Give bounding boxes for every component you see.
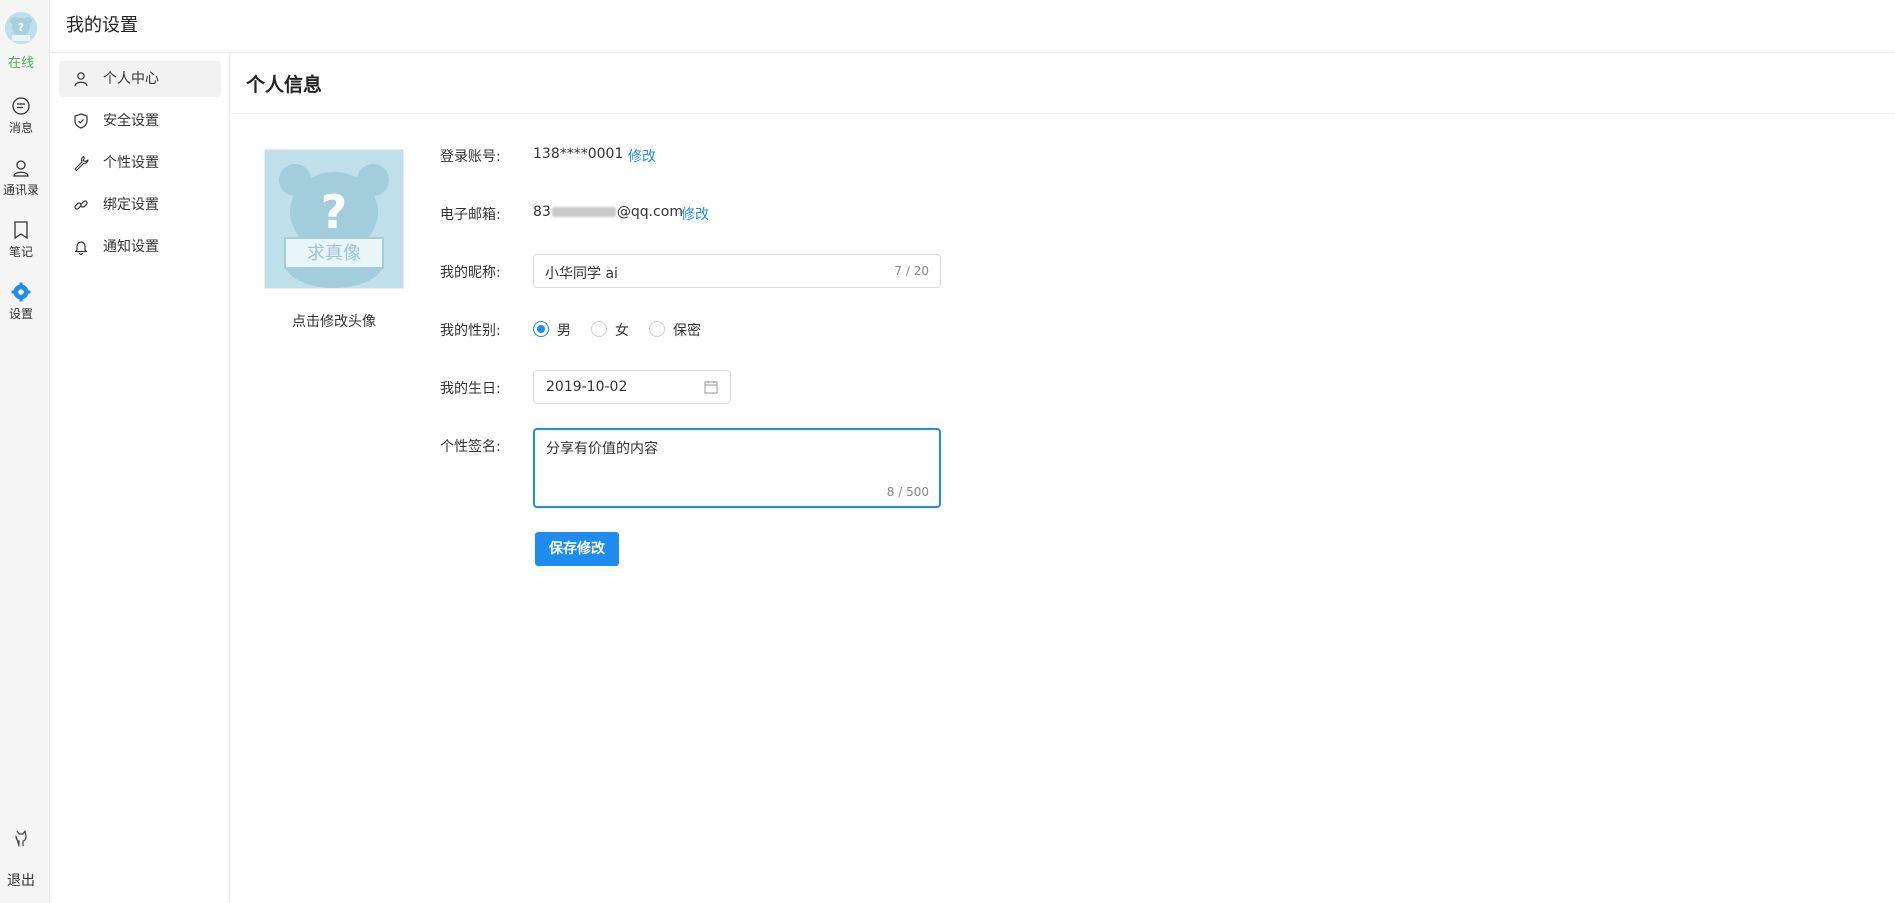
user-icon [74,72,88,87]
radio-dot [533,321,549,337]
link-icon [74,200,88,210]
email-label: 电子邮箱: [440,207,501,223]
radio-label: 保密 [673,323,701,339]
user-avatar-small[interactable]: ? [5,12,37,44]
email-value: 83 @qq.com [533,204,683,220]
birthday-label: 我的生日: [440,381,501,397]
rail-item-label: 消息 [8,121,33,135]
svg-text:?: ? [18,21,24,34]
nickname-input[interactable]: 小华同学 ai 7 / 20 [533,254,941,288]
bell-icon [74,241,88,255]
rail-item-settings[interactable]: 设置 [0,282,42,322]
account-value: 138****0001 [533,146,624,162]
content-header: 个人信息 [231,53,1895,114]
save-button[interactable]: 保存修改 [535,532,619,566]
online-status: 在线 [7,56,34,71]
top-header: 我的设置 [50,0,1895,53]
calendar-icon [704,381,718,394]
signature-char-count: 8 / 500 [886,485,929,499]
signature-textarea[interactable]: 分享有价值的内容 8 / 500 [533,428,941,508]
icon-rail: ? 在线 消息 通讯录 笔记 设置 退出 [0,0,50,903]
menu-item-security[interactable]: 安全设置 [59,103,221,139]
menu-item-label: 个性设置 [103,155,159,171]
avatar-placeholder-icon: ? [5,12,37,44]
contacts-icon [13,160,29,177]
edit-account-link[interactable]: 修改 [628,146,656,166]
message-icon [12,97,30,115]
menu-item-profile[interactable]: 个人中心 [59,61,221,97]
menu-item-notifications[interactable]: 通知设置 [59,229,221,265]
signature-value: 分享有价值的内容 [546,441,658,457]
avatar-placeholder-icon: ? 求真像 [265,150,403,288]
gender-label: 我的性别: [440,323,501,339]
github-icon [15,830,27,847]
settings-menu: 个人中心 安全设置 个性设置 绑定设置 通知设置 [50,53,230,903]
email-redaction [551,207,616,217]
signature-label: 个性签名: [440,439,501,455]
rail-item-label: 笔记 [8,245,33,259]
radio-label: 女 [615,323,629,339]
birthday-value: 2019-10-02 [546,379,628,395]
account-label: 登录账号: [440,149,501,165]
profile-avatar[interactable]: ? 求真像 [264,149,404,289]
radio-label: 男 [557,323,571,339]
logout-button[interactable]: 退出 [0,870,42,890]
rail-item-label: 通讯录 [2,183,39,197]
rail-item-contacts[interactable]: 通讯录 [0,158,42,198]
menu-item-personalize[interactable]: 个性设置 [59,145,221,181]
menu-item-label: 个人中心 [103,71,159,87]
menu-item-label: 绑定设置 [103,197,159,213]
section-title: 个人信息 [246,74,323,96]
menu-item-binding[interactable]: 绑定设置 [59,187,221,223]
edit-email-link[interactable]: 修改 [681,204,709,224]
nickname-label: 我的昵称: [440,265,501,281]
profile-content: 个人信息 ? 求真像 点击修改头像 登录账号: 138****0001 修改 电… [231,53,1895,903]
birthday-date-picker[interactable]: 2019-10-02 [533,370,731,404]
change-avatar-link[interactable]: 点击修改头像 [264,311,404,331]
page-title: 我的设置 [66,15,138,36]
github-link[interactable] [0,828,42,851]
email-prefix: 83 [533,204,551,220]
nickname-char-count: 7 / 20 [894,264,929,278]
wrench-icon [74,155,89,171]
rail-item-label: 设置 [8,307,33,321]
svg-text:?: ? [321,185,348,239]
radio-dot [649,321,665,337]
menu-item-label: 安全设置 [103,113,159,129]
radio-dot [591,321,607,337]
notes-icon [14,221,28,240]
menu-item-label: 通知设置 [103,239,159,255]
rail-item-messages[interactable]: 消息 [0,96,42,136]
settings-icon [11,282,31,302]
shield-icon [74,113,88,129]
email-suffix: @qq.com [616,204,683,220]
rail-item-notes[interactable]: 笔记 [0,220,42,260]
nickname-value: 小华同学 ai [545,266,618,282]
avatar-stamp-text: 求真像 [307,243,361,264]
